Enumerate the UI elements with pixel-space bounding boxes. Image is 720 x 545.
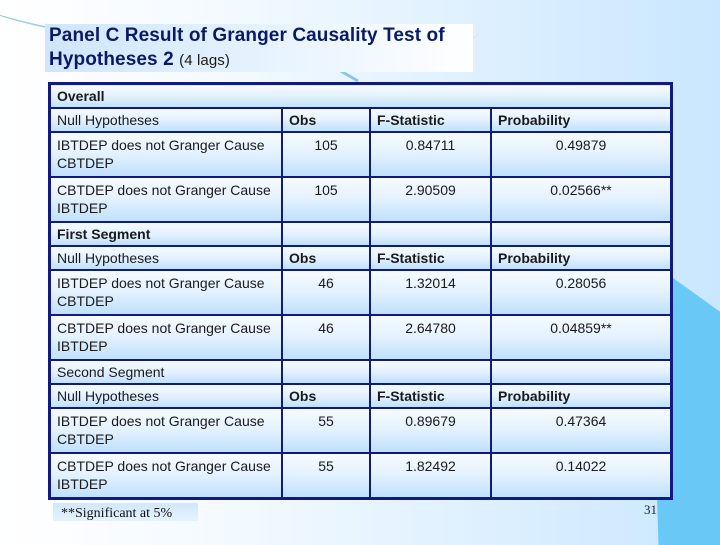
col-header-fstat: F-Statistic xyxy=(369,245,492,271)
prob-cell: 0.04859** xyxy=(490,314,673,361)
obs-cell: 55 xyxy=(281,452,371,500)
significance-footnote: **Significant at 5% xyxy=(53,503,198,521)
hypothesis-cell: IBTDEP does not Granger Cause CBTDEP xyxy=(48,131,283,178)
prob-cell: 0.28056 xyxy=(490,269,673,316)
slide-title: Panel C Result of Granger Causality Test… xyxy=(45,24,473,72)
section-row-second-segment: Second Segment xyxy=(48,359,673,385)
hypothesis-cell: CBTDEP does not Granger Cause IBTDEP xyxy=(48,452,283,500)
obs-cell: 46 xyxy=(281,269,371,316)
prob-cell: 0.49879 xyxy=(490,131,673,178)
col-header-fstat: F-Statistic xyxy=(369,383,492,409)
header-row: Null Hypotheses Obs F-Statistic Probabil… xyxy=(48,107,673,133)
empty-cell xyxy=(490,221,673,247)
obs-cell: 105 xyxy=(281,176,371,223)
section-label: First Segment xyxy=(48,221,283,247)
empty-cell xyxy=(281,359,371,385)
fstat-cell: 1.32014 xyxy=(369,269,492,316)
empty-cell xyxy=(369,221,492,247)
section-row-overall: Overall xyxy=(48,82,673,109)
empty-cell xyxy=(281,221,371,247)
hypothesis-cell: IBTDEP does not Granger Cause CBTDEP xyxy=(48,269,283,316)
col-header-fstat: F-Statistic xyxy=(369,107,492,133)
fstat-cell: 0.89679 xyxy=(369,407,492,454)
col-header-hypotheses: Null Hypotheses xyxy=(48,245,283,271)
table-row: IBTDEP does not Granger Cause CBTDEP 55 … xyxy=(48,407,673,454)
header-row: Null Hypotheses Obs F-Statistic Probabil… xyxy=(48,383,673,409)
obs-cell: 105 xyxy=(281,131,371,178)
table-row: IBTDEP does not Granger Cause CBTDEP 46 … xyxy=(48,269,673,316)
fstat-cell: 1.82492 xyxy=(369,452,492,500)
fstat-cell: 2.64780 xyxy=(369,314,492,361)
header-row: Null Hypotheses Obs F-Statistic Probabil… xyxy=(48,245,673,271)
obs-cell: 46 xyxy=(281,314,371,361)
col-header-obs: Obs xyxy=(281,245,371,271)
title-line-1: Panel C Result of Granger Causality Test… xyxy=(49,25,445,46)
prob-cell: 0.14022 xyxy=(490,452,673,500)
col-header-hypotheses: Null Hypotheses xyxy=(48,383,283,409)
table-row: CBTDEP does not Granger Cause IBTDEP 55 … xyxy=(48,452,673,500)
section-label: Overall xyxy=(48,82,673,109)
obs-cell: 55 xyxy=(281,407,371,454)
section-label: Second Segment xyxy=(48,359,283,385)
hypothesis-cell: IBTDEP does not Granger Cause CBTDEP xyxy=(48,407,283,454)
prob-cell: 0.02566** xyxy=(490,176,673,223)
table-row: IBTDEP does not Granger Cause CBTDEP 105… xyxy=(48,131,673,178)
fstat-cell: 0.84711 xyxy=(369,131,492,178)
col-header-probability: Probability xyxy=(490,245,673,271)
col-header-hypotheses: Null Hypotheses xyxy=(48,107,283,133)
hypothesis-cell: CBTDEP does not Granger Cause IBTDEP xyxy=(48,176,283,223)
section-row-first-segment: First Segment xyxy=(48,221,673,247)
page-number: 31 xyxy=(644,502,657,517)
col-header-probability: Probability xyxy=(490,107,673,133)
empty-cell xyxy=(369,359,492,385)
granger-results-table: Overall Null Hypotheses Obs F-Statistic … xyxy=(48,82,673,500)
title-line-2: Hypotheses 2 (4 lags) xyxy=(49,48,469,73)
col-header-probability: Probability xyxy=(490,383,673,409)
table-row: CBTDEP does not Granger Cause IBTDEP 46 … xyxy=(48,314,673,361)
fstat-cell: 2.90509 xyxy=(369,176,492,223)
col-header-obs: Obs xyxy=(281,107,371,133)
hypothesis-cell: CBTDEP does not Granger Cause IBTDEP xyxy=(48,314,283,361)
col-header-obs: Obs xyxy=(281,383,371,409)
title-main: Hypotheses 2 xyxy=(49,49,174,70)
title-sub: (4 lags) xyxy=(179,52,230,69)
prob-cell: 0.47364 xyxy=(490,407,673,454)
empty-cell xyxy=(490,359,673,385)
table-row: CBTDEP does not Granger Cause IBTDEP 105… xyxy=(48,176,673,223)
